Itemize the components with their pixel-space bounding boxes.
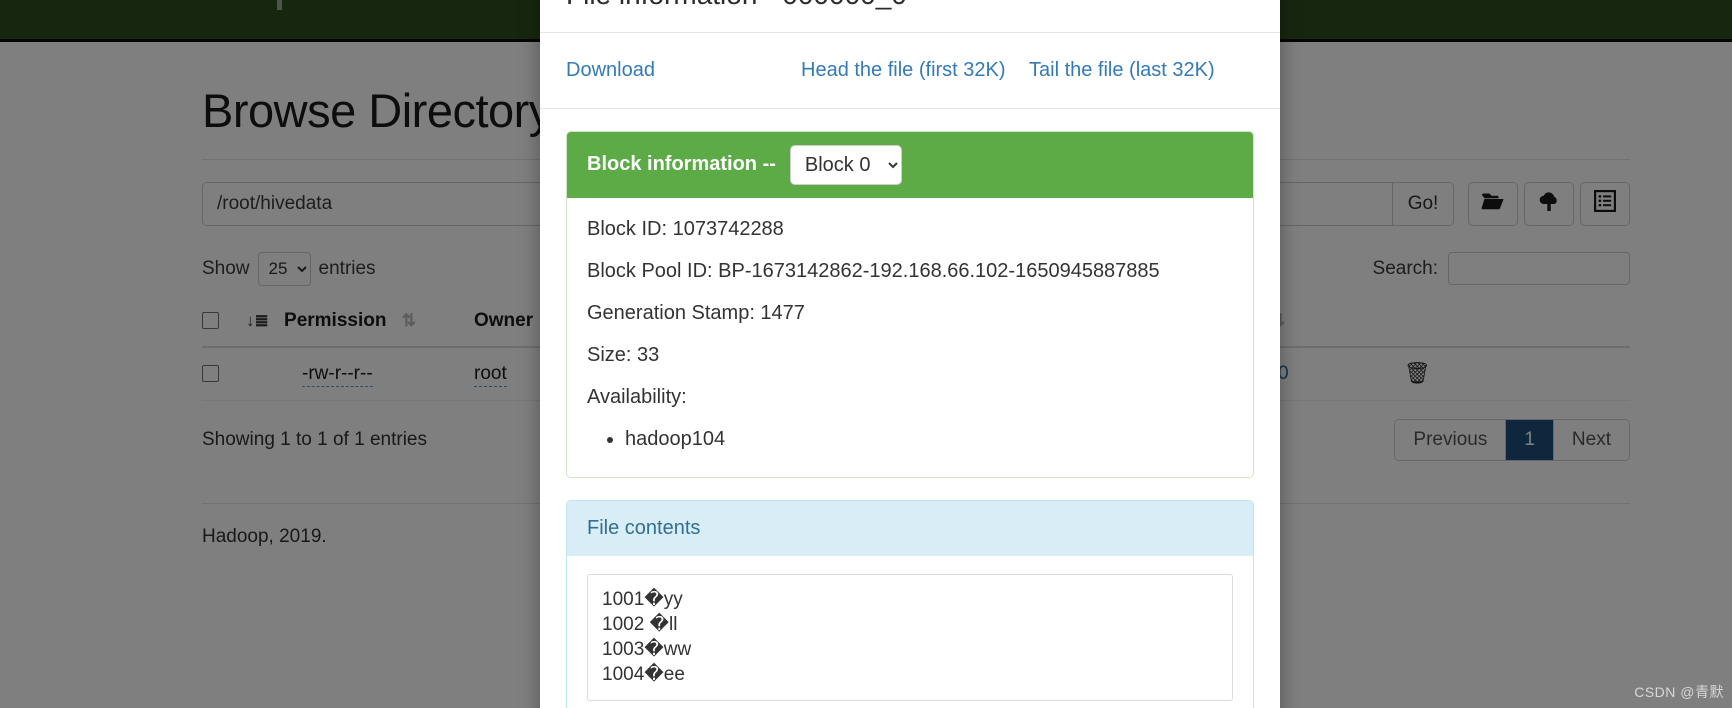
download-link[interactable]: Download [566, 59, 801, 82]
availability-list: hadoop104 [587, 428, 1233, 451]
block-information-panel: Block information -- Block 0 Block ID: 1… [566, 130, 1254, 478]
block-select[interactable]: Block 0 [789, 144, 902, 185]
modal-action-links: Download Head the file (first 32K) Tail … [540, 33, 1280, 109]
watermark: CSDN @青默 [1634, 684, 1724, 700]
file-contents-body: 1001�yy 1002 �ll 1003�ww 1004�ee [567, 555, 1253, 708]
tail-file-link[interactable]: Tail the file (last 32K) [1029, 59, 1215, 82]
block-pool-id-text: Block Pool ID: BP-1673142862-192.168.66.… [587, 259, 1160, 282]
file-contents-title: File contents [587, 516, 701, 539]
block-information-header: Block information -- Block 0 [567, 131, 1253, 198]
modal-title: File information - 000000_0 [566, 0, 907, 12]
list-item: hadoop104 [625, 428, 1233, 451]
head-file-link[interactable]: Head the file (first 32K) [801, 59, 1029, 82]
modal-body: Block information -- Block 0 Block ID: 1… [540, 109, 1280, 708]
modal-header: File information - 000000_0 × [540, 0, 1280, 33]
file-information-modal: File information - 000000_0 × Download H… [540, 0, 1280, 708]
block-information-label: Block information -- [587, 153, 776, 176]
screen: Browse Directory Go! [0, 0, 1732, 708]
file-contents-panel: File contents 1001�yy 1002 �ll 1003�ww 1… [566, 499, 1254, 708]
generation-stamp-text: Generation Stamp: 1477 [587, 301, 805, 324]
file-contents-text: 1001�yy 1002 �ll 1003�ww 1004�ee [587, 573, 1233, 701]
close-icon[interactable]: × [1238, 0, 1254, 5]
availability-label: Availability: [587, 385, 687, 408]
block-information-body: Block ID: 1073742288 Block Pool ID: BP-1… [567, 197, 1253, 477]
block-id-text: Block ID: 1073742288 [587, 217, 784, 240]
size-text: Size: 33 [587, 343, 660, 366]
file-contents-header: File contents [567, 500, 1253, 556]
